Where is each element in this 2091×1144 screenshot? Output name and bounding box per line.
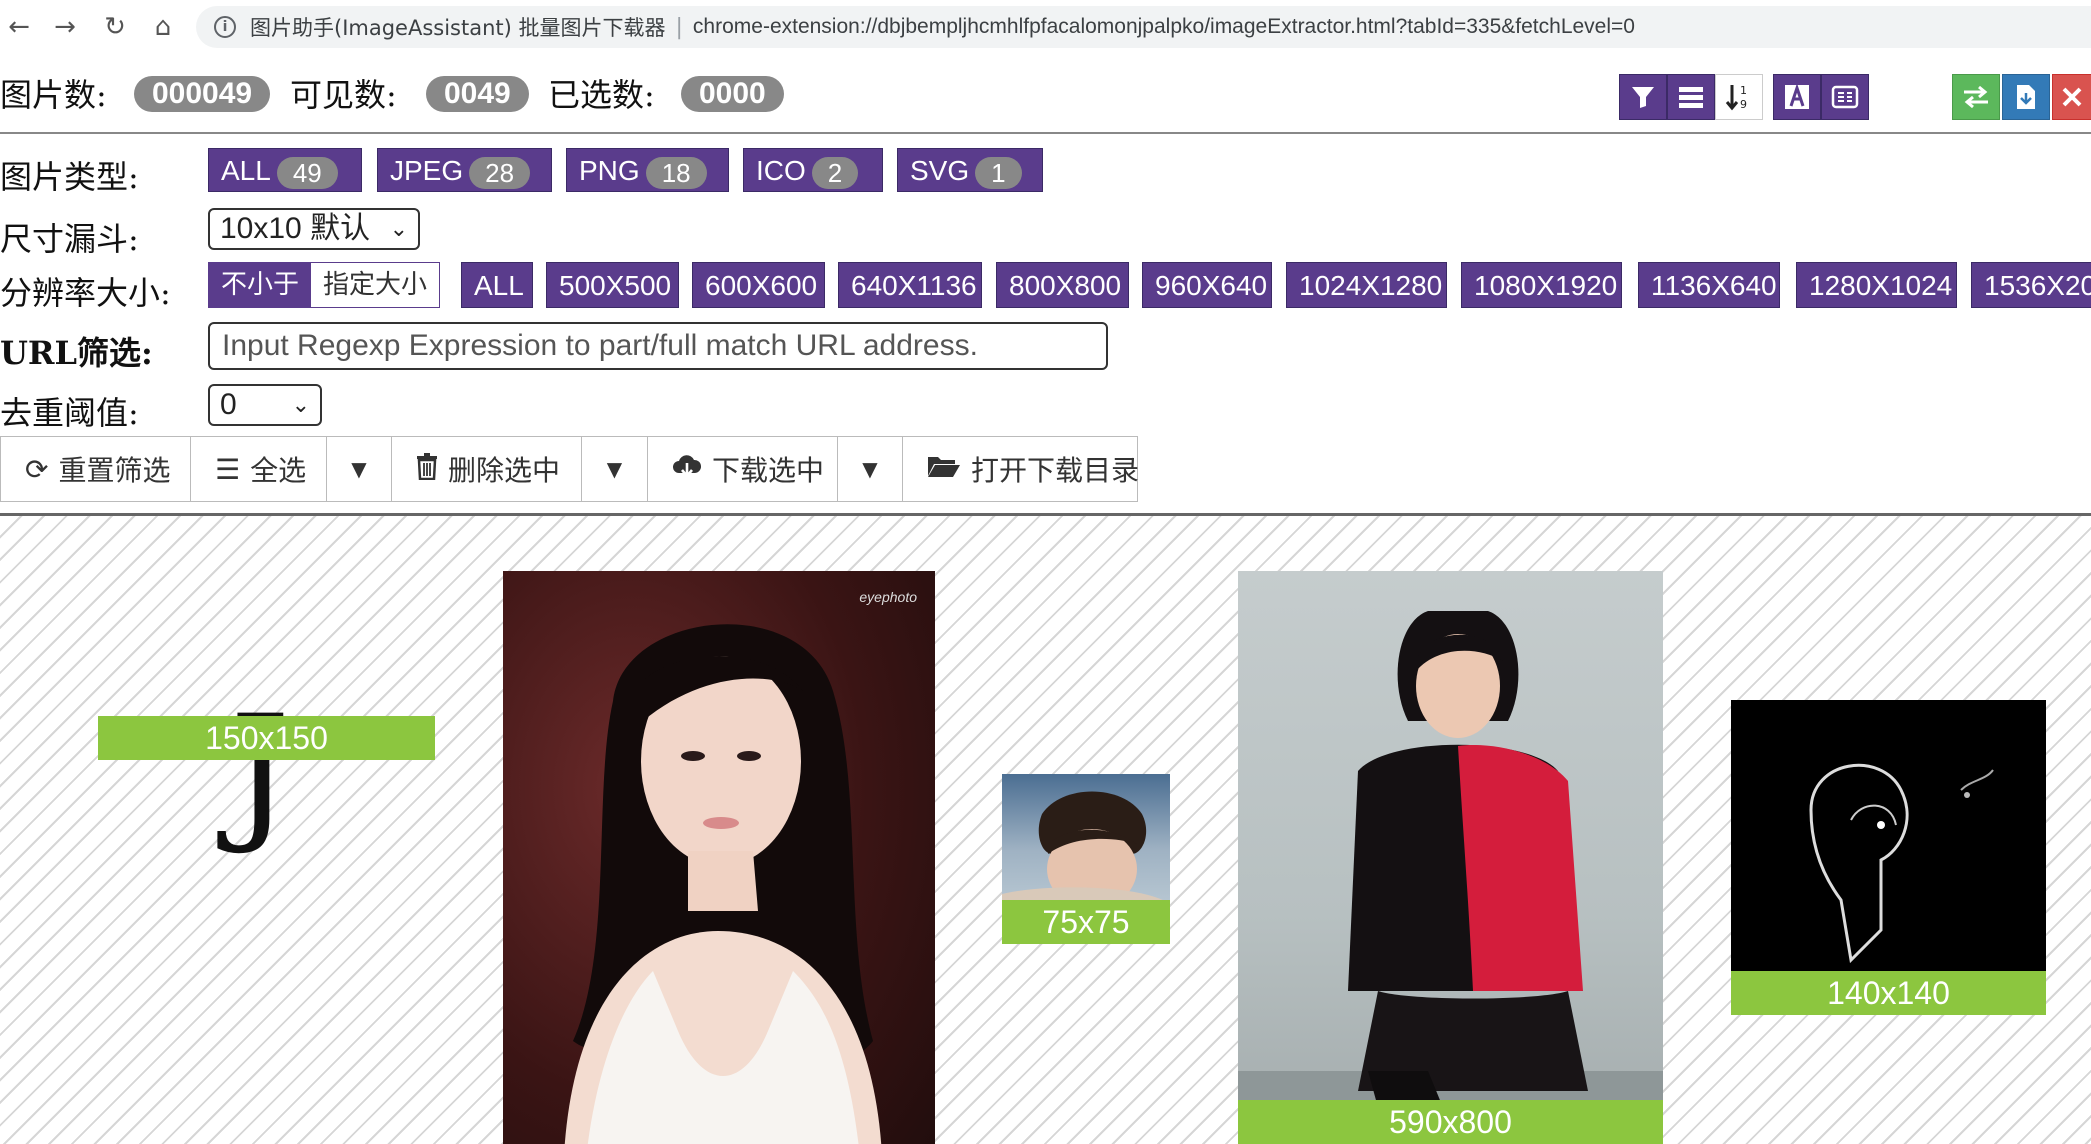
dedup-threshold-label: 去重阈值: [0,394,139,432]
swap-icon[interactable] [1952,74,2000,120]
letter-j-glyph: J [230,684,291,858]
image-thumbnail[interactable]: J 150x150 [98,684,435,904]
resolution-chip[interactable]: 1080X1920 [1461,262,1622,308]
type-chip-svg[interactable]: SVG 1 [897,148,1043,192]
image-size-tag: 75x75 [1002,900,1170,944]
size-funnel-label: 尺寸漏斗: [0,220,139,258]
reload-icon[interactable]: ↻ [98,10,132,44]
export-file-icon[interactable] [2002,74,2050,120]
dedup-threshold-select[interactable]: 0 ⌄ [208,384,322,426]
image-thumbnail[interactable]: 75x75 [1002,774,1170,944]
extension-name: 图片助手(ImageAssistant) 批量图片下载器 [250,16,666,40]
image-size-tag: 140x140 [1731,971,2046,1015]
resolution-chip[interactable]: 640X1136 [838,262,982,308]
chevron-down-icon: ⌄ [291,392,310,417]
type-chip-png[interactable]: PNG 18 [566,148,729,192]
image-thumbnail[interactable]: 590x800 [1238,571,1663,1144]
visible-count-badge: 0049 [426,76,529,112]
details-icon[interactable] [1821,74,1869,120]
image-thumbnail[interactable]: eyephoto 1080x1440 [503,571,935,1144]
visible-count-label: 可见数: [290,76,397,114]
delete-selected-dropdown[interactable]: ▼ [582,437,648,501]
site-info-icon[interactable]: i [214,16,236,38]
url-text[interactable]: chrome-extension://dbjbempljhcmhlfpfacal… [693,15,1635,39]
resolution-chip[interactable]: 800X800 [996,262,1129,308]
close-icon[interactable] [2052,74,2091,120]
select-all-button[interactable]: ☰ 全选 [191,437,327,501]
caret-down-icon: ▼ [862,457,878,481]
cloud-download-icon [672,453,702,486]
reset-filter-button[interactable]: ⟳ 重置筛选 [1,437,191,501]
resolution-chip[interactable]: ALL [461,262,533,308]
list-view-icon[interactable] [1667,74,1715,120]
resolution-label: 分辨率大小: [0,274,171,312]
selected-count-badge: 0000 [681,76,784,112]
filter-icon[interactable] [1619,74,1667,120]
image-size-tag: 150x150 [98,716,435,760]
image-gallery: J 150x150 eyephoto 1080x1440 [0,516,2091,1144]
download-selected-dropdown[interactable]: ▼ [838,437,903,501]
resolution-chip[interactable]: 1024X1280 [1286,262,1447,308]
size-funnel-select[interactable]: 10x10 默认 ⌄ [208,208,420,250]
svg-text:1: 1 [1740,84,1747,97]
resolution-chip[interactable]: 1280X1024 [1796,262,1957,308]
trash-icon [416,452,438,487]
image-count-badge: 000049 [134,76,271,112]
select-all-dropdown[interactable]: ▼ [327,437,392,501]
type-chip-ico[interactable]: ICO 2 [743,148,883,192]
resolution-chip[interactable]: 960X640 [1142,262,1272,308]
mode-specified-size[interactable]: 指定大小 [311,263,440,307]
type-chip-jpeg[interactable]: JPEG 28 [377,148,552,192]
text-mode-icon[interactable] [1773,74,1821,120]
caret-down-icon: ▼ [351,457,367,481]
folder-open-icon [927,453,961,486]
back-arrow-icon[interactable]: ← [2,10,36,44]
open-download-dir-button[interactable]: 打开下载目录 [903,437,1139,501]
stats-bar: 图片数: 000049 可见数: 0049 已选数: 0000 19 [0,54,2091,134]
url-regex-input[interactable] [208,322,1108,370]
browser-toolbar: ← → ↻ ⌂ i 图片助手(ImageAssistant) 批量图片下载器 |… [0,0,2091,52]
resolution-chip[interactable]: 500X500 [546,262,679,308]
refresh-icon: ⟳ [25,452,49,486]
watermark-text: eyephoto [859,589,917,605]
type-chip-all[interactable]: ALL 49 [208,148,362,192]
image-count-label: 图片数: [0,76,107,114]
sort-icon[interactable]: 19 [1715,74,1763,120]
forward-arrow-icon[interactable]: → [48,10,82,44]
address-bar[interactable]: i 图片助手(ImageAssistant) 批量图片下载器 | chrome-… [196,6,2091,48]
caret-down-icon: ▼ [606,457,623,481]
mode-not-less-than[interactable]: 不小于 [209,263,312,307]
selected-count-label: 已选数: [548,76,655,114]
home-icon[interactable]: ⌂ [146,10,180,44]
url-filter-label: URL筛选: [0,334,153,372]
delete-selected-button[interactable]: 删除选中 [392,437,582,501]
resolution-chip[interactable]: 600X600 [692,262,825,308]
chevron-down-icon: ⌄ [389,216,408,241]
list-icon: ☰ [215,452,241,486]
download-selected-button[interactable]: 下载选中 [648,437,838,501]
resolution-chip[interactable]: 1136X640 [1638,262,1780,308]
action-toolbar: ⟳ 重置筛选 ☰ 全选 ▼ 删除选中 ▼ 下载选中 ▼ 打开下载目录 [0,436,1139,502]
svg-text:9: 9 [1740,98,1747,111]
image-type-label: 图片类型: [0,158,139,196]
image-thumbnail[interactable]: 140x140 [1731,700,2046,1015]
resolution-mode-toggle[interactable]: 不小于 指定大小 [208,262,441,308]
resolution-chip[interactable]: 1536X20 [1971,262,2091,308]
image-size-tag: 590x800 [1238,1100,1663,1144]
